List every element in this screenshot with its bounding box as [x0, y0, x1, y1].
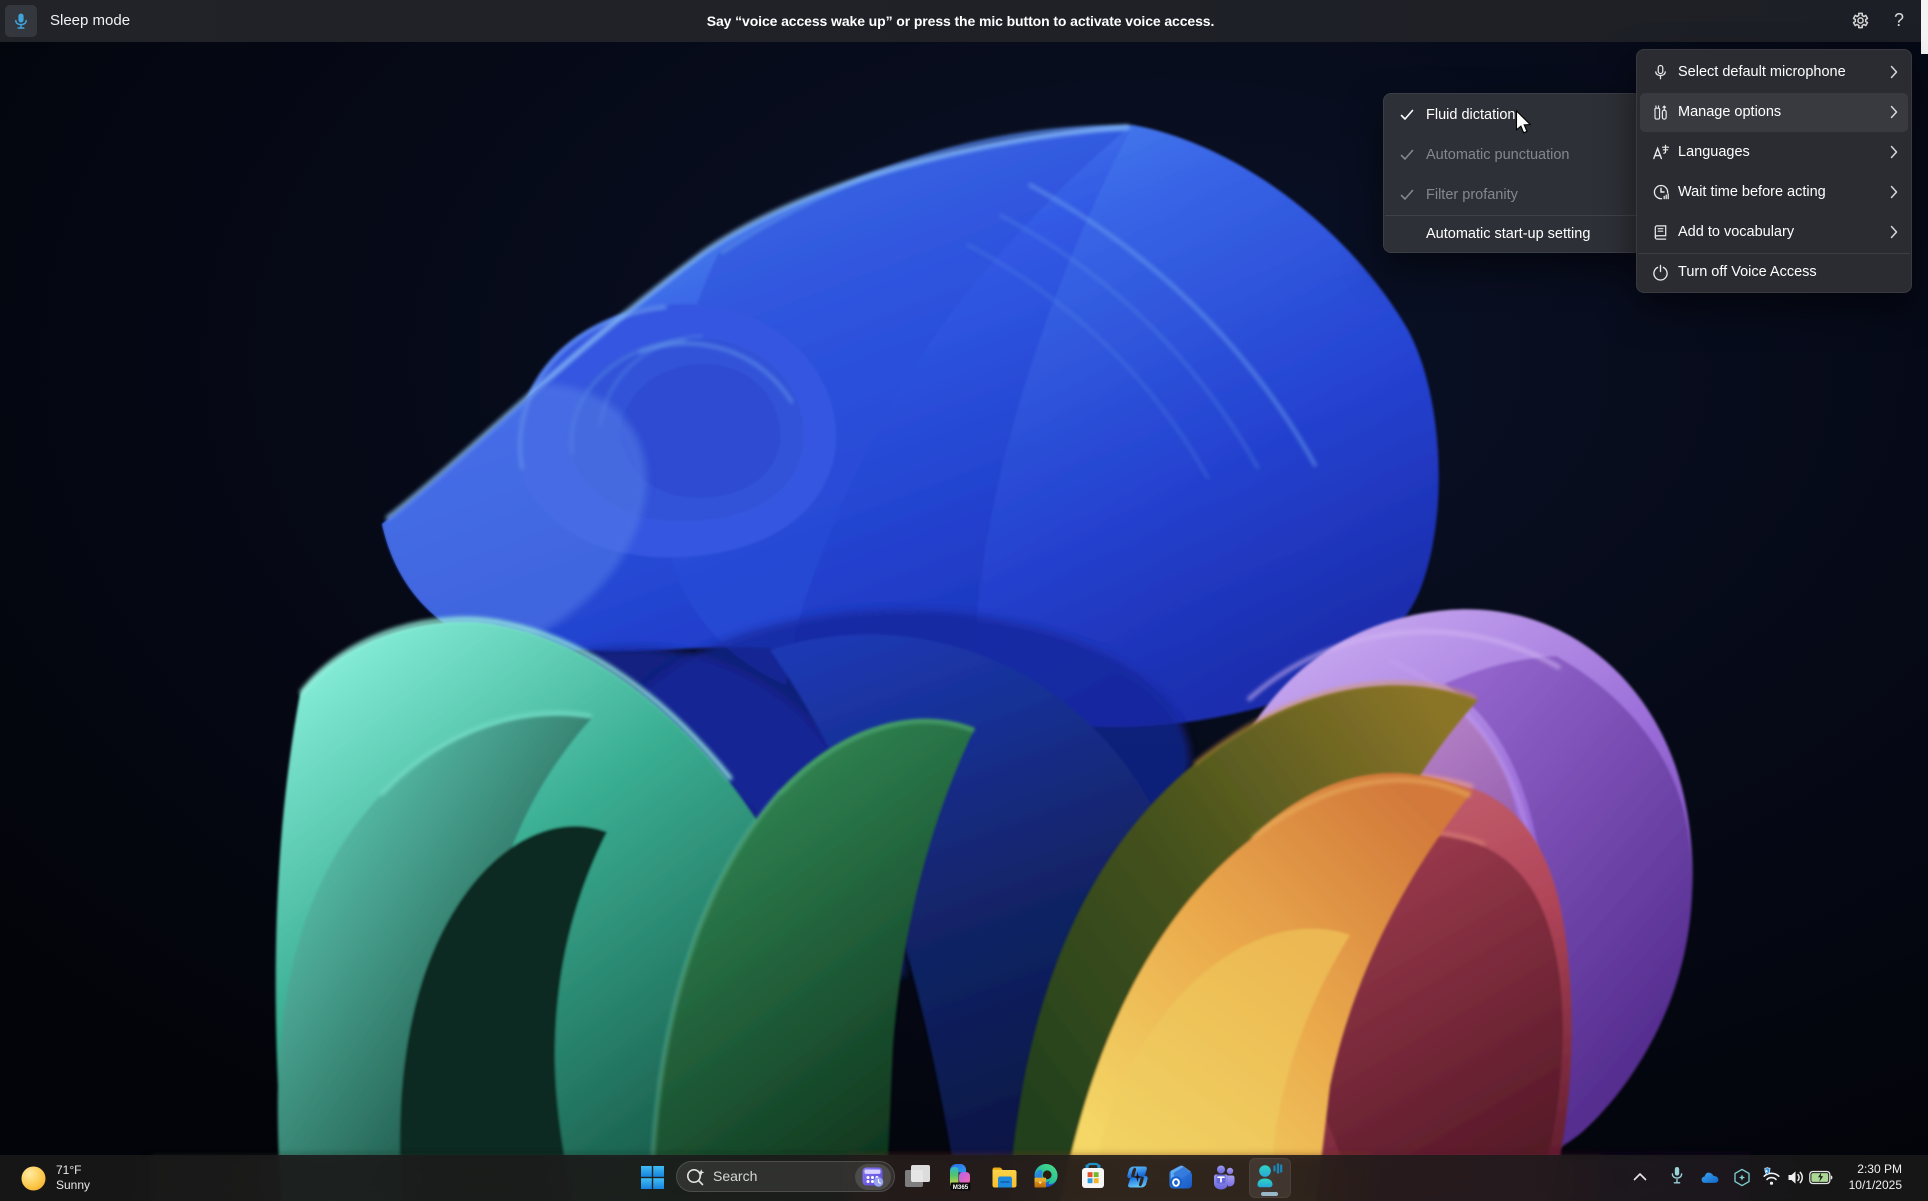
svg-text:M365: M365 [953, 1184, 969, 1191]
